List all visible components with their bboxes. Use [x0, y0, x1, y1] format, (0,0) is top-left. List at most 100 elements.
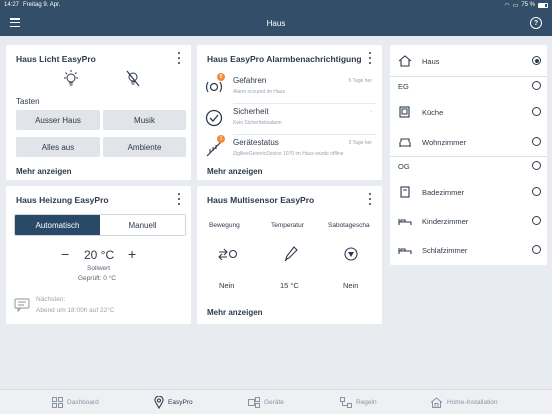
motion-icon — [218, 248, 238, 260]
alarm-row-geraetestatus[interactable]: 1 Gerätestatus ZigBeeGenericDevice 1070 … — [203, 135, 376, 166]
ausser-haus-button[interactable]: Ausser Haus — [16, 110, 100, 130]
floor-radio-eg[interactable] — [532, 81, 541, 90]
top-navbar: Haus ? — [0, 10, 552, 36]
multisensor-card-title: Haus Multisensor EasyPro — [207, 195, 315, 205]
home-installation-icon — [430, 397, 443, 408]
temperatur-label: Temperatur — [271, 222, 304, 229]
temp-decrease-button[interactable]: − — [61, 246, 69, 262]
room-badezimmer[interactable]: Badezimmer — [390, 177, 547, 207]
multisensor-more-options-icon[interactable] — [368, 193, 372, 205]
room-kinderzimmer[interactable]: Kinderzimmer — [390, 206, 547, 236]
tab-label-geraete: Geräte — [264, 399, 284, 406]
mode-manual-button[interactable]: Manuell — [100, 215, 185, 235]
menu-icon[interactable] — [10, 18, 20, 27]
sabotage-label: Sabotagescha — [328, 222, 370, 229]
room-radio-schlafzimmer[interactable] — [532, 245, 541, 254]
lightbulb-icon — [64, 70, 78, 86]
licht-card: Haus Licht EasyPro Tasten Ausser Haus Mu… — [6, 45, 191, 180]
rules-icon — [340, 397, 352, 408]
house-icon — [398, 55, 412, 67]
alarm-row-sicherheit[interactable]: Sicherheit Kein Sicherheitsalarm - — [203, 107, 376, 135]
tab-label-dashboard: Dashboard — [67, 399, 99, 406]
sicherheit-date: - — [370, 109, 372, 115]
battery-icon — [538, 2, 548, 8]
room-radio-kueche[interactable] — [532, 107, 541, 116]
room-label-haus: Haus — [422, 56, 440, 66]
room-label-wohnzimmer: Wohnzimmer — [422, 137, 467, 147]
alarm-card: Haus EasyPro Alarmbenachrichtigung 8 Gef… — [197, 45, 382, 180]
battery-percent: 75 % — [521, 2, 535, 8]
room-label-schlafzimmer: Schlafzimmer — [422, 245, 468, 255]
room-radio-haus[interactable] — [532, 56, 541, 65]
multisensor-more-link[interactable]: Mehr anzeigen — [207, 308, 263, 317]
licht-more-options-icon[interactable] — [177, 52, 181, 64]
next-change-label: Nächsten: — [36, 296, 66, 303]
musik-button[interactable]: Musik — [103, 110, 186, 130]
tasten-label: Tasten — [16, 97, 40, 106]
gefahren-subtitle: Alarm occured im Haus — [233, 89, 285, 95]
tab-dashboard[interactable]: Dashboard — [52, 390, 99, 414]
lightbulb-off-icon — [126, 70, 140, 87]
tab-label-home-installation: Home-Installation — [447, 399, 498, 406]
sicherheit-subtitle: Kein Sicherheitsalarm — [233, 120, 282, 126]
tab-home-installation[interactable]: Home-Installation — [430, 390, 498, 414]
measured-temperature: Geprüft: 0 °C — [78, 275, 117, 282]
geraetestatus-badge: 1 — [217, 135, 225, 143]
temp-increase-button[interactable]: + — [128, 246, 136, 262]
status-date: Freitag 9. Apr. — [23, 2, 61, 8]
bewegung-value: Nein — [219, 281, 235, 290]
gefahren-badge: 8 — [217, 73, 225, 81]
alarm-divider — [233, 134, 376, 135]
heizung-card-title: Haus Heizung EasyPro — [16, 195, 109, 205]
sollwert-label: Sollwert — [87, 265, 111, 272]
page-title: Haus — [266, 18, 286, 28]
room-label-kueche: Küche — [422, 107, 444, 117]
temperatur-value: 15 °C — [280, 281, 299, 290]
room-schlafzimmer[interactable]: Schlafzimmer — [390, 235, 547, 265]
geraetestatus-date: 3 Tage her — [348, 140, 372, 146]
heizung-card: Haus Heizung EasyPro Automatisch Manuell… — [6, 186, 191, 324]
geraetestatus-title: Gerätestatus — [233, 138, 279, 147]
geraetestatus-subtitle: ZigBeeGenericDevice 1070 im Haus wurde o… — [233, 151, 344, 157]
help-icon[interactable]: ? — [530, 17, 542, 29]
room-kueche[interactable]: Küche — [390, 97, 547, 127]
status-bar: 14:27 Freitag 9. Apr. ◠ ▭ 75 % — [0, 0, 552, 10]
alles-aus-button[interactable]: Alles aus — [16, 137, 100, 157]
licht-more-link[interactable]: Mehr anzeigen — [16, 167, 72, 176]
tab-label-easypro: EasyPro — [168, 399, 193, 406]
thermometer-icon — [284, 246, 298, 262]
tamper-icon — [344, 247, 358, 261]
mobile-icon: ▭ — [512, 2, 519, 9]
location-pin-icon — [154, 396, 164, 409]
mode-automatic-button[interactable]: Automatisch — [15, 215, 100, 235]
alarm-card-title: Haus EasyPro Alarmbenachrichtigung — [207, 54, 362, 64]
bed-icon — [398, 219, 412, 225]
gefahren-title: Gefahren — [233, 76, 267, 85]
room-radio-wohnzimmer[interactable] — [532, 137, 541, 146]
floor-label-eg: EG — [398, 81, 409, 91]
wifi-icon: ◠ — [504, 2, 510, 9]
bathroom-icon — [400, 186, 410, 198]
bewegung-label: Bewegung — [209, 222, 240, 229]
room-radio-kinderzimmer[interactable] — [532, 216, 541, 225]
sofa-icon — [399, 138, 411, 147]
tab-label-regeln: Regeln — [356, 399, 377, 406]
tab-regeln[interactable]: Regeln — [340, 390, 377, 414]
bed-icon — [398, 248, 412, 254]
room-radio-badezimmer[interactable] — [532, 187, 541, 196]
kitchen-icon — [399, 106, 410, 118]
ambiente-button[interactable]: Ambiente — [103, 137, 186, 157]
devices-icon — [248, 397, 260, 408]
tab-easypro[interactable]: EasyPro — [154, 390, 193, 414]
room-label-kinderzimmer: Kinderzimmer — [422, 216, 469, 226]
alarm-more-options-icon[interactable] — [368, 52, 372, 64]
tab-geraete[interactable]: Geräte — [248, 390, 284, 414]
room-label-badezimmer: Badezimmer — [422, 187, 465, 197]
dashboard-icon — [52, 397, 63, 408]
alarm-divider — [233, 103, 376, 104]
alarm-more-link[interactable]: Mehr anzeigen — [207, 167, 263, 176]
floor-radio-og[interactable] — [532, 161, 541, 170]
sicherheit-title: Sicherheit — [233, 107, 269, 116]
heizung-more-options-icon[interactable] — [177, 193, 181, 205]
alarm-row-gefahren[interactable]: 8 Gefahren Alarm occured im Haus 5 Tage … — [203, 73, 376, 104]
